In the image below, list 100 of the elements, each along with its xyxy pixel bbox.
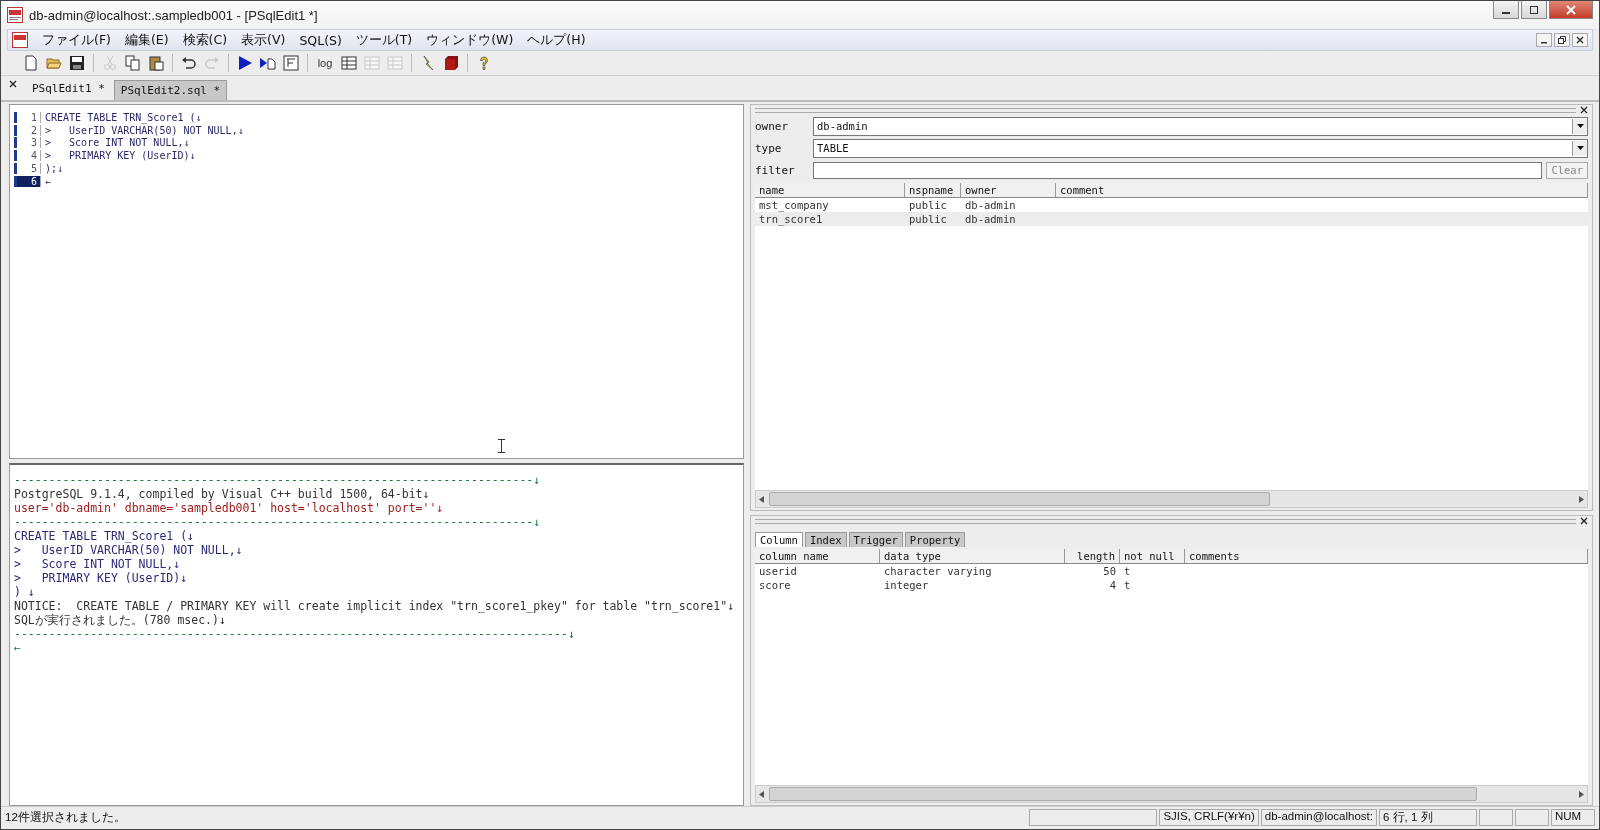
output-line: NOTICE: CREATE TABLE / PRIMARY KEY will create implicit index "trn_score1_pkey" for table "trn_score1"↓ [14, 599, 736, 613]
column-header[interactable]: nspname [905, 183, 961, 197]
maximize-button[interactable] [1521, 1, 1547, 19]
maximize-icon [1529, 4, 1539, 15]
menu-item[interactable]: ウィンドウ(W) [420, 31, 520, 49]
open-icon [46, 55, 62, 71]
run-doc-icon [260, 55, 276, 71]
restore-button[interactable] [1554, 33, 1570, 47]
output-line: PostgreSQL 9.1.4, compiled by Visual C++ build 1500, 64-bit↓ [14, 487, 431, 501]
column-header[interactable]: column name [755, 549, 880, 563]
close-icon[interactable] [1580, 517, 1588, 525]
sql-editor[interactable]: 1 CREATE TABLE TRN_Score1 (↓ 2 > UserID VARCHAR(50) NOT NULL,↓ 3 > Score INT NOT NULL,↓ 4 > PRIMARY KEY (UserID)↓ 5 );↓ 6 ← [9, 104, 744, 459]
column-header[interactable]: not null [1120, 549, 1185, 563]
log-button[interactable]: log [314, 53, 336, 73]
copy-button[interactable] [123, 53, 143, 73]
menu-item[interactable]: ファイル(F) [36, 31, 117, 49]
save-button[interactable] [67, 53, 87, 73]
line-number: 2 [14, 124, 41, 136]
detail-tab[interactable]: Property [904, 532, 966, 547]
num-lock-status: NUM [1551, 808, 1595, 826]
column-header[interactable]: length [1065, 549, 1120, 563]
save-icon [69, 55, 85, 71]
line-number: 3 [14, 137, 41, 149]
code-line: CREATE TABLE TRN_Score1 (↓ [44, 111, 202, 123]
menu-item[interactable]: ツール(T) [349, 31, 419, 49]
horizontal-scrollbar[interactable] [755, 490, 1588, 508]
restore-icon [1558, 36, 1566, 44]
owner-dropdown[interactable]: db-admin [813, 116, 1588, 136]
status-panel [1515, 808, 1549, 826]
status-message: 12件選択されました。 [5, 809, 127, 825]
minimize-button[interactable] [1493, 1, 1519, 19]
line-number: 6 [14, 175, 41, 187]
table-cell-text: score [758, 579, 792, 591]
window-title: db-admin@localhost:.sampledb001 - [PSqlEdit1 *] [29, 7, 318, 23]
horizontal-scrollbar[interactable] [755, 785, 1588, 803]
table-cell-text: userid [758, 565, 798, 577]
text-cursor-icon [498, 439, 505, 453]
dropdown-arrow-icon [1576, 146, 1584, 150]
scroll-left-icon[interactable] [759, 495, 764, 503]
undo-icon [181, 55, 197, 71]
code-line: > UserID VARCHAR(50) NOT NULL,↓ [44, 124, 244, 136]
close-icon [1576, 36, 1584, 44]
table-cell-text: t [1123, 579, 1132, 591]
detail-tab[interactable]: Trigger [848, 532, 903, 547]
output-line: user='db-admin' dbname='sampledb001' host='localhost' port=''↓ [14, 501, 445, 515]
scroll-right-icon[interactable] [1579, 495, 1584, 503]
output-line: > PRIMARY KEY (UserID)↓ [14, 571, 189, 585]
column-header[interactable]: data type [880, 549, 1065, 563]
code-line: > Score INT NOT NULL,↓ [44, 137, 190, 149]
line-number: 4 [14, 150, 41, 162]
table-cell-text: db-admin [964, 199, 1017, 211]
table-cell-text: trn_score1 [758, 213, 824, 225]
scroll-right-icon[interactable] [1579, 790, 1584, 798]
output-line: SQLが実行されました。(780 msec.)↓ [14, 613, 227, 627]
close-button[interactable] [1572, 33, 1588, 47]
code-line: > PRIMARY KEY (UserID)↓ [44, 150, 196, 162]
output-line: CREATE TABLE TRN_Score1 (↓ [14, 529, 195, 543]
menu-item[interactable]: 表示(V) [235, 31, 292, 49]
cursor-position: 6 行, 1 列 [1379, 808, 1477, 826]
new-icon [23, 55, 39, 71]
filter-field[interactable] [813, 161, 1543, 179]
dropdown-arrow-icon [1576, 124, 1584, 128]
cut-icon [102, 55, 118, 71]
document-icon [12, 32, 28, 48]
menu-item[interactable]: 編集(E) [118, 31, 175, 49]
output-line: > UserID VARCHAR(50) NOT NULL,↓ [14, 543, 244, 557]
table-row[interactable]: trn_score1 public db-admin [755, 212, 1588, 226]
table-cell-text: public [908, 213, 948, 225]
column-header[interactable]: owner [961, 183, 1056, 197]
minimize-button[interactable] [1536, 33, 1552, 47]
scroll-left-icon[interactable] [759, 790, 764, 798]
detail-tab[interactable]: Index [804, 532, 847, 547]
code-line: ← [44, 175, 52, 187]
column-header[interactable]: name [755, 183, 905, 197]
grid-button[interactable] [339, 53, 359, 73]
output-line: ---------------------------------------------------------------------------↓ [14, 515, 542, 529]
connection-status: db-admin@localhost: [1260, 808, 1377, 826]
column-header[interactable]: comments [1185, 549, 1588, 563]
type-dropdown[interactable]: TABLE [813, 138, 1588, 158]
run-icon [237, 55, 253, 71]
close-icon[interactable] [9, 80, 17, 88]
menu-item[interactable]: ヘルプ(H) [521, 31, 592, 49]
close-icon [1566, 4, 1576, 15]
paste-icon [148, 55, 164, 71]
field-label: type [755, 141, 783, 155]
status-panel [1479, 808, 1513, 826]
box-icon [443, 55, 459, 71]
grid-icon [341, 55, 357, 71]
document-tab[interactable]: PSqlEdit2.sql * [113, 80, 228, 100]
paste-button[interactable] [146, 53, 166, 73]
close-icon[interactable] [1580, 106, 1588, 114]
detail-tab[interactable]: Column [755, 532, 803, 547]
output-line: > Score INT NOT NULL,↓ [14, 557, 182, 571]
output-line: ) ↓ [14, 585, 36, 599]
menu-item[interactable]: 検索(C) [176, 31, 234, 49]
table-cell-text: mst_company [758, 199, 830, 211]
table-cell-text: db-admin [964, 213, 1017, 225]
menu-item[interactable]: SQL(S) [293, 32, 348, 48]
column-header[interactable]: comment [1056, 183, 1588, 197]
table-row[interactable]: mst_company public db-admin [755, 198, 1588, 212]
